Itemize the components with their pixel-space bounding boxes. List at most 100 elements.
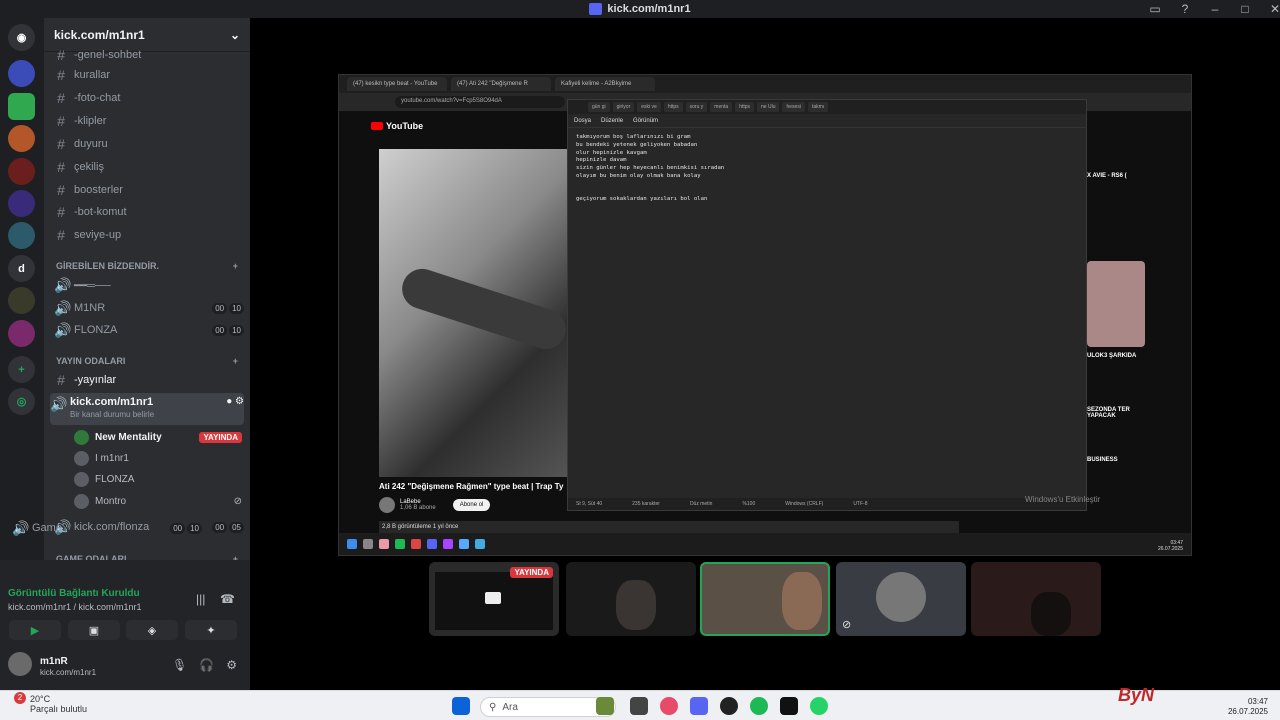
category-header[interactable]: YAYIN ODALARI +	[56, 356, 238, 366]
side-thumbnail[interactable]	[1087, 261, 1145, 347]
voice-channel[interactable]: 🔊 Game' 00 10	[12, 518, 202, 538]
participant-tile-speaking[interactable]	[700, 562, 830, 636]
voice-user[interactable]: I m1nr1	[74, 448, 242, 468]
screen-share-button[interactable]: ▣	[68, 620, 120, 640]
voice-channel[interactable]: 🔊 M1NR 00 10	[54, 298, 244, 318]
stream-view[interactable]: (47) kesikn type beat - YouTube (47) Ati…	[338, 74, 1192, 556]
notepad-tab[interactable]: ne Ulu	[757, 102, 780, 112]
voice-user[interactable]: Montro ⊘	[74, 491, 242, 511]
add-icon[interactable]: +	[233, 261, 238, 271]
server-icon[interactable]	[8, 287, 35, 314]
text-channel[interactable]: # boosterler	[54, 180, 244, 200]
menu-view[interactable]: Görünüm	[633, 118, 658, 124]
text-channel[interactable]: # -genel-sohbet	[54, 45, 244, 65]
notepad-tab[interactable]: giriyor	[612, 102, 635, 112]
hash-icon: #	[57, 113, 65, 129]
notepad-tab[interactable]: hesesi	[782, 102, 805, 112]
notepad-tab[interactable]: soru y	[685, 102, 708, 112]
discord-icon[interactable]	[690, 697, 708, 715]
text-channel[interactable]: # duyuru	[54, 134, 244, 154]
active-voice-channel[interactable]: 🔊 kick.com/m1nr1 Bir kanal durumu belirl…	[50, 393, 244, 425]
server-icon[interactable]	[8, 158, 35, 185]
side-video[interactable]: ULOK3 ŞARKIDA	[1087, 353, 1145, 359]
discord-home-icon[interactable]: ◉	[8, 24, 35, 51]
epic-games-icon[interactable]	[780, 697, 798, 715]
close-button[interactable]: ✕	[1260, 2, 1280, 16]
notepad-text[interactable]: takmıyorum boş laflarınızı bi gram bu be…	[568, 128, 1086, 210]
avatar[interactable]	[8, 652, 32, 676]
headphones-icon[interactable]: 🎧	[199, 658, 214, 672]
server-icon[interactable]: d	[8, 255, 35, 282]
voice-user[interactable]: FLONZA	[74, 469, 242, 489]
microphone-icon[interactable]: 🎙	[172, 658, 187, 672]
voice-channel[interactable]: 🔊 ━━═──	[54, 275, 244, 295]
browser-tab[interactable]: (47) kesikn type beat - YouTube	[347, 77, 447, 91]
side-video[interactable]: BUSINESS	[1087, 457, 1145, 463]
voice-user[interactable]: New Mentality YAYINDA	[74, 427, 242, 447]
youtube-play-icon	[371, 122, 383, 130]
server-icon[interactable]	[8, 320, 35, 347]
windows-start-icon[interactable]	[452, 697, 470, 715]
text-channel[interactable]: # çekiliş	[54, 157, 244, 177]
notepad-tab[interactable]: takmı	[807, 102, 829, 112]
browser-tab[interactable]: (47) Ati 242 "Değişmene R	[451, 77, 551, 91]
text-channel[interactable]: # kurallar	[54, 65, 244, 85]
inbox-icon[interactable]: ▭	[1140, 2, 1170, 16]
notepad-tab[interactable]: https	[735, 102, 755, 112]
server-icon[interactable]	[8, 125, 35, 152]
category-header[interactable]: GİREBİLEN BİZDENDİR. +	[56, 261, 238, 271]
chevron-down-icon[interactable]: ⌄	[230, 28, 240, 42]
server-icon[interactable]	[8, 93, 35, 120]
browser-tab[interactable]: Kafiyeli kelime - A2Bkyime	[555, 77, 655, 91]
side-video[interactable]: X AVIE - RS6 (	[1087, 173, 1145, 179]
explore-icon[interactable]: ◎	[8, 388, 35, 415]
notepad-tab[interactable]: gün gi	[588, 102, 610, 112]
app-icon[interactable]	[720, 697, 738, 715]
noise-suppression-icon[interactable]: |||	[196, 592, 205, 606]
notepad-tab[interactable]: https	[663, 102, 683, 112]
whatsapp-icon[interactable]	[810, 697, 828, 715]
system-clock[interactable]: 03:47 26.07.2025	[1228, 697, 1268, 717]
video-player[interactable]	[379, 149, 572, 477]
participant-tile[interactable]	[971, 562, 1101, 636]
hash-icon: #	[57, 90, 65, 106]
channel-actions[interactable]: ● ⚙	[226, 396, 244, 407]
camera-button[interactable]: ▶	[9, 620, 61, 640]
participant-tile[interactable]: ⊘	[836, 562, 966, 636]
text-channel[interactable]: # -klipler	[54, 111, 244, 131]
text-channel[interactable]: # -bot-komut	[54, 202, 244, 222]
notepad-tab[interactable]: menta	[710, 102, 733, 112]
menu-edit[interactable]: Düzenle	[601, 118, 623, 124]
spotify-icon[interactable]	[750, 697, 768, 715]
user-status: kick.com/m1nr1	[40, 668, 97, 677]
youtube-logo[interactable]: YouTube	[371, 121, 423, 131]
channel-avatar[interactable]	[379, 497, 395, 513]
disconnect-icon[interactable]: ☎	[220, 592, 235, 606]
text-channel[interactable]: # -foto-chat	[54, 88, 244, 108]
server-icon[interactable]	[8, 190, 35, 217]
window-controls: ▭ ? – □ ✕	[1140, 2, 1280, 16]
soundboard-button[interactable]: ✦	[185, 620, 237, 640]
subscribe-button[interactable]: Abone ol	[452, 499, 491, 511]
server-icon[interactable]	[8, 222, 35, 249]
add-server-icon[interactable]: +	[8, 356, 35, 383]
add-icon[interactable]: +	[233, 356, 238, 366]
text-channel[interactable]: # seviye-up	[54, 225, 244, 245]
activity-button[interactable]: ◈	[126, 620, 178, 640]
text-channel[interactable]: # -yayınlar	[54, 370, 244, 390]
opera-icon[interactable]	[660, 697, 678, 715]
participant-tile[interactable]	[566, 562, 696, 636]
side-video[interactable]: SEZONDA TER YAPACAK	[1087, 407, 1145, 419]
connection-channel[interactable]: kick.com/m1nr1 / kick.com/m1nr1	[8, 602, 142, 612]
server-icon[interactable]	[8, 60, 35, 87]
task-view-icon[interactable]	[630, 697, 648, 715]
settings-icon[interactable]: ⚙	[226, 658, 237, 672]
weather-widget[interactable]: 20°C Parçalı bulutlu	[14, 694, 87, 714]
notepad-tab[interactable]: eski ve	[637, 102, 661, 112]
maximize-button[interactable]: □	[1230, 2, 1260, 16]
help-icon[interactable]: ?	[1170, 2, 1200, 16]
minimize-button[interactable]: –	[1200, 2, 1230, 16]
voice-channel[interactable]: 🔊 FLONZA 00 10	[54, 320, 244, 340]
participant-tile[interactable]: YAYINDA	[429, 562, 559, 636]
menu-file[interactable]: Dosya	[574, 118, 591, 124]
